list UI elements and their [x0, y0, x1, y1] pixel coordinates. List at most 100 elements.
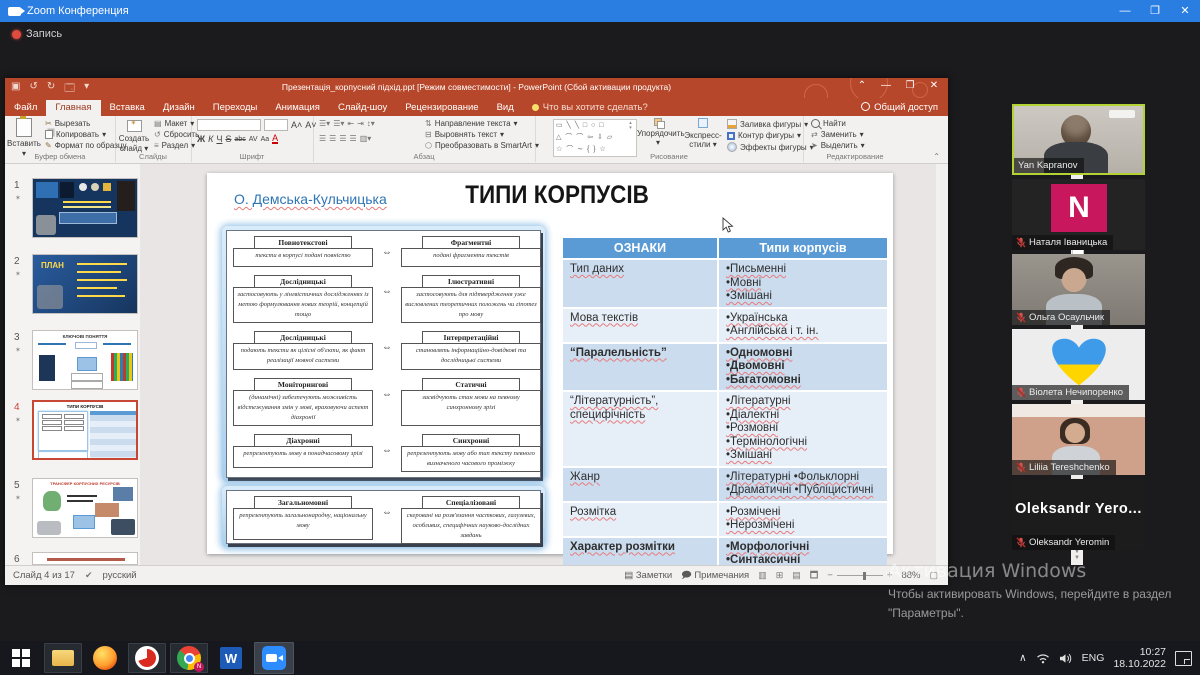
text-direction-button[interactable]: ⇅Направление текста ▾	[425, 119, 539, 128]
columns-button[interactable]: ▥▾	[360, 134, 372, 143]
zoom-slider-handle[interactable]	[863, 572, 866, 580]
notes-button[interactable]: ▤ Заметки	[624, 570, 672, 581]
tab-file[interactable]: Файл	[5, 100, 46, 116]
word-button[interactable]: W	[212, 643, 250, 673]
smartart-button[interactable]: ⬡Преобразовать в SmartArt ▾	[425, 141, 539, 150]
char-spacing-button[interactable]: AV	[249, 136, 258, 143]
taskbar-clock[interactable]: 10:27 18.10.2022	[1113, 646, 1166, 670]
tab-transitions[interactable]: Переходы	[204, 100, 267, 116]
tellme-box[interactable]: Что вы хотите сделать?	[523, 100, 657, 116]
chrome-button[interactable]: N	[170, 643, 208, 673]
layout-button[interactable]: ▤Макет ▾	[154, 119, 194, 128]
tab-view[interactable]: Вид	[488, 100, 523, 116]
justify-button[interactable]: ☰	[350, 134, 357, 143]
zoom-app-button[interactable]	[254, 642, 294, 674]
zoom-out-icon[interactable]: −	[827, 570, 833, 581]
find-button[interactable]: Найти	[811, 119, 865, 128]
tray-expand-icon[interactable]: ∧	[1019, 652, 1027, 664]
minimize-button[interactable]: —	[1110, 0, 1140, 22]
fit-to-window-icon[interactable]: ▢	[929, 570, 938, 581]
reading-view-button[interactable]: ▤	[792, 570, 801, 581]
slide-thumbnail-5[interactable]: ТРАНСФЕР КОРПУСНИХ РЕСУРСІВ	[32, 478, 138, 538]
shape-fill-button[interactable]: Заливка фигуры ▾	[727, 119, 814, 129]
shadow-button[interactable]: abc	[234, 136, 245, 143]
slide-thumbnail-2[interactable]: ПЛАН	[32, 254, 138, 314]
bold-button[interactable]: Ж	[197, 134, 205, 144]
line-spacing-button[interactable]: ↕▾	[367, 119, 375, 128]
ribbon-display-icon[interactable]: ⌃	[852, 80, 872, 91]
tab-insert[interactable]: Вставка	[101, 100, 154, 116]
slide-thumbnail-1[interactable]	[32, 178, 138, 238]
change-case-button[interactable]: Aa	[261, 136, 270, 143]
slide-editing-canvas[interactable]: О. Демська-Кульчицька ТИПИ КОРПУСІВ Повн…	[140, 164, 936, 565]
participant-tile[interactable]: Oleksandr Yero... Oleksandr Yeromin	[1012, 479, 1145, 550]
collapse-ribbon-icon[interactable]: ⌃	[933, 152, 940, 161]
shape-effects-button[interactable]: Эффекты фигуры ▾	[727, 142, 814, 152]
participant-tile[interactable]: Liliia Tereshchenko	[1012, 404, 1145, 475]
slide-thumbnail-3[interactable]: КЛЮЧОВІ ПОНЯТТЯ	[32, 330, 138, 390]
align-text-button[interactable]: ⊟Выровнять текст ▾	[425, 130, 539, 139]
zoom-percentage[interactable]: 88%	[901, 570, 920, 581]
ppt-restore-button[interactable]: ❐	[900, 80, 920, 91]
firefox-button[interactable]	[86, 643, 124, 673]
slide-sorter-button[interactable]: ⊞	[776, 570, 784, 581]
speaker-icon[interactable]	[1059, 653, 1073, 664]
file-explorer-button[interactable]	[44, 643, 82, 673]
section-button[interactable]: ≡Раздел ▾	[154, 141, 195, 150]
select-button[interactable]: ➤Выделить ▾	[811, 141, 865, 150]
new-slide-button[interactable]: ✶ Создать слайд ▾	[117, 118, 151, 153]
slide-thumbnail-4-selected[interactable]: ТИПИ КОРПУСІВ	[32, 400, 138, 460]
tab-design[interactable]: Дизайн	[154, 100, 204, 116]
cut-button[interactable]: ✂Вырезать	[45, 119, 90, 128]
participant-tile[interactable]: Віолета Нечипоренко	[1012, 329, 1145, 400]
slide[interactable]: О. Демська-Кульчицька ТИПИ КОРПУСІВ Повн…	[207, 173, 893, 554]
muted-mic-icon	[1016, 237, 1026, 248]
slide-thumbnail-6[interactable]	[32, 552, 138, 565]
participant-tile[interactable]: Yan Kapranov	[1012, 104, 1145, 175]
ppt-close-button[interactable]: ✕	[924, 80, 944, 91]
tab-review[interactable]: Рецензирование	[396, 100, 487, 116]
maximize-button[interactable]: ❐	[1140, 0, 1170, 22]
participant-tile[interactable]: N Наталя Іваницька	[1012, 179, 1145, 250]
action-center-icon[interactable]	[1175, 651, 1192, 666]
strikethrough-button[interactable]: S	[225, 134, 231, 144]
close-button[interactable]: ✕	[1170, 0, 1200, 22]
zoom-slider[interactable]: − +	[827, 570, 892, 581]
share-button[interactable]: Общий доступ	[851, 100, 948, 116]
ppt-minimize-button[interactable]: —	[876, 80, 896, 91]
arrange-button[interactable]: Упорядочить ▾	[637, 118, 679, 148]
language-indicator[interactable]: русский	[103, 570, 137, 581]
slideshow-view-button[interactable]: 🗖	[810, 568, 819, 584]
start-button[interactable]	[2, 643, 40, 673]
indent-decrease-button[interactable]: ⇤	[347, 119, 354, 128]
font-size-box[interactable]	[264, 119, 288, 131]
tab-home[interactable]: Главная	[46, 100, 100, 116]
grow-font-icon[interactable]: A˄	[291, 120, 302, 130]
underline-button[interactable]: Ч	[216, 134, 222, 144]
shape-outline-button[interactable]: Контур фигуры ▾	[727, 131, 814, 140]
font-color-button[interactable]: A	[272, 134, 278, 144]
zoom-in-icon[interactable]: +	[887, 570, 893, 581]
spellcheck-icon[interactable]: ✔	[85, 570, 93, 581]
comments-button[interactable]: 🗩 Примечания	[681, 568, 749, 584]
tab-animations[interactable]: Анимация	[266, 100, 329, 116]
normal-view-button[interactable]: ▥	[758, 570, 767, 581]
recording-indicator: Запись	[12, 28, 62, 40]
italic-button[interactable]: К	[208, 134, 213, 144]
align-center-button[interactable]: ☰	[329, 134, 336, 143]
bullets-button[interactable]: ☰▾	[319, 119, 330, 128]
numbering-button[interactable]: ☰▾	[333, 119, 344, 128]
align-right-button[interactable]: ☰	[339, 134, 346, 143]
font-name-box[interactable]	[197, 119, 261, 131]
copy-button[interactable]: Копировать ▾	[45, 130, 106, 139]
replace-button[interactable]: ⇄Заменить ▾	[811, 130, 865, 139]
quick-styles-button[interactable]: Экспресс-стили ▾	[681, 118, 725, 150]
red-app-button[interactable]	[128, 643, 166, 673]
wifi-icon[interactable]	[1036, 653, 1050, 664]
participant-tile[interactable]: Ольга Осаульчик	[1012, 254, 1145, 325]
align-left-button[interactable]: ☰	[319, 134, 326, 143]
tab-slideshow[interactable]: Слайд-шоу	[329, 100, 396, 116]
language-switcher[interactable]: ENG	[1082, 652, 1105, 664]
shapes-scroll[interactable]: ▴▾	[627, 121, 635, 131]
indent-increase-button[interactable]: ⇥	[357, 119, 364, 128]
